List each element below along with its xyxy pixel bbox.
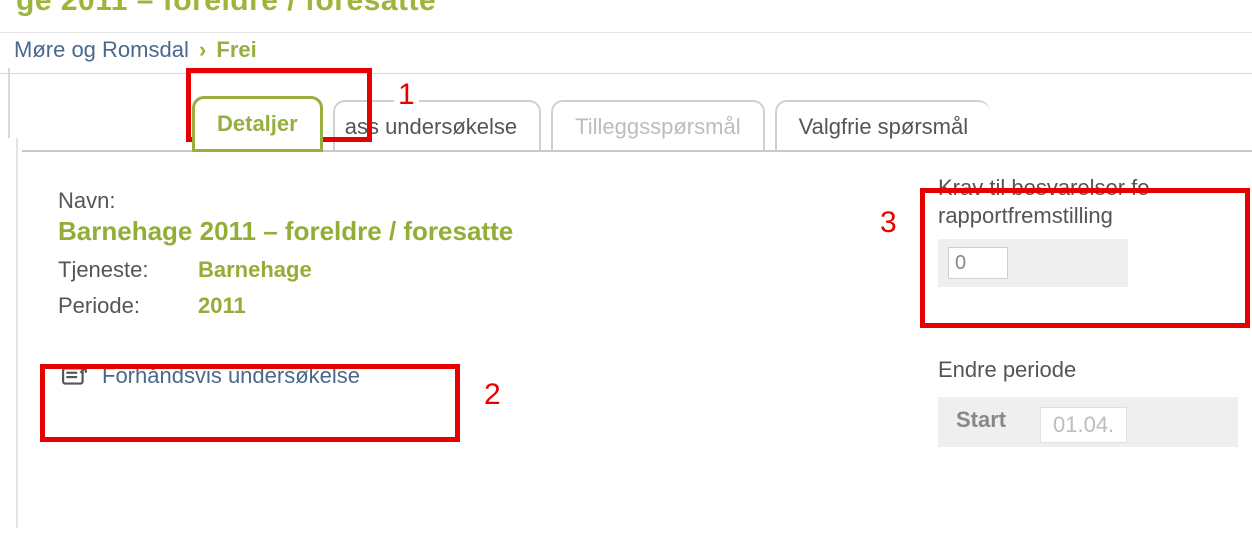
krav-label: Krav til besvarelser fo rapportfremstill… [938, 174, 1248, 229]
page-title-cut: ge 2011 – foreldre / foresatte [0, 0, 1252, 18]
breadcrumb: Møre og Romsdal › Frei [0, 32, 1252, 74]
start-label: Start [956, 407, 1040, 433]
tab-tilpass-undersokelse[interactable]: ass undersøkelse [333, 100, 541, 152]
tab-valgfrie-sporsmal[interactable]: Valgfrie spørsmål [775, 100, 991, 152]
tab-bar: Detaljer ass undersøkelse Tilleggsspørsm… [22, 94, 1252, 150]
breadcrumb-current: Frei [216, 37, 256, 62]
breadcrumb-parent[interactable]: Møre og Romsdal [14, 37, 189, 62]
tab-tilleggssporsmal: Tilleggsspørsmål [551, 100, 764, 152]
tjeneste-label: Tjeneste: [58, 257, 198, 283]
tjeneste-value: Barnehage [198, 257, 312, 283]
krav-input-wrap [938, 239, 1128, 287]
periode-label: Periode: [58, 293, 198, 319]
preview-survey-link[interactable]: Forhåndsvis undersøkelse [58, 353, 378, 399]
krav-input[interactable] [948, 247, 1008, 279]
endre-periode-label: Endre periode [938, 357, 1248, 383]
periode-value: 2011 [198, 293, 246, 319]
start-row: Start 01.04. [938, 397, 1238, 447]
tab-detaljer[interactable]: Detaljer [192, 96, 323, 152]
preview-survey-label: Forhåndsvis undersøkelse [102, 363, 360, 389]
breadcrumb-separator-icon: › [199, 37, 206, 62]
preview-icon [62, 365, 88, 387]
start-date-field[interactable]: 01.04. [1040, 407, 1127, 443]
